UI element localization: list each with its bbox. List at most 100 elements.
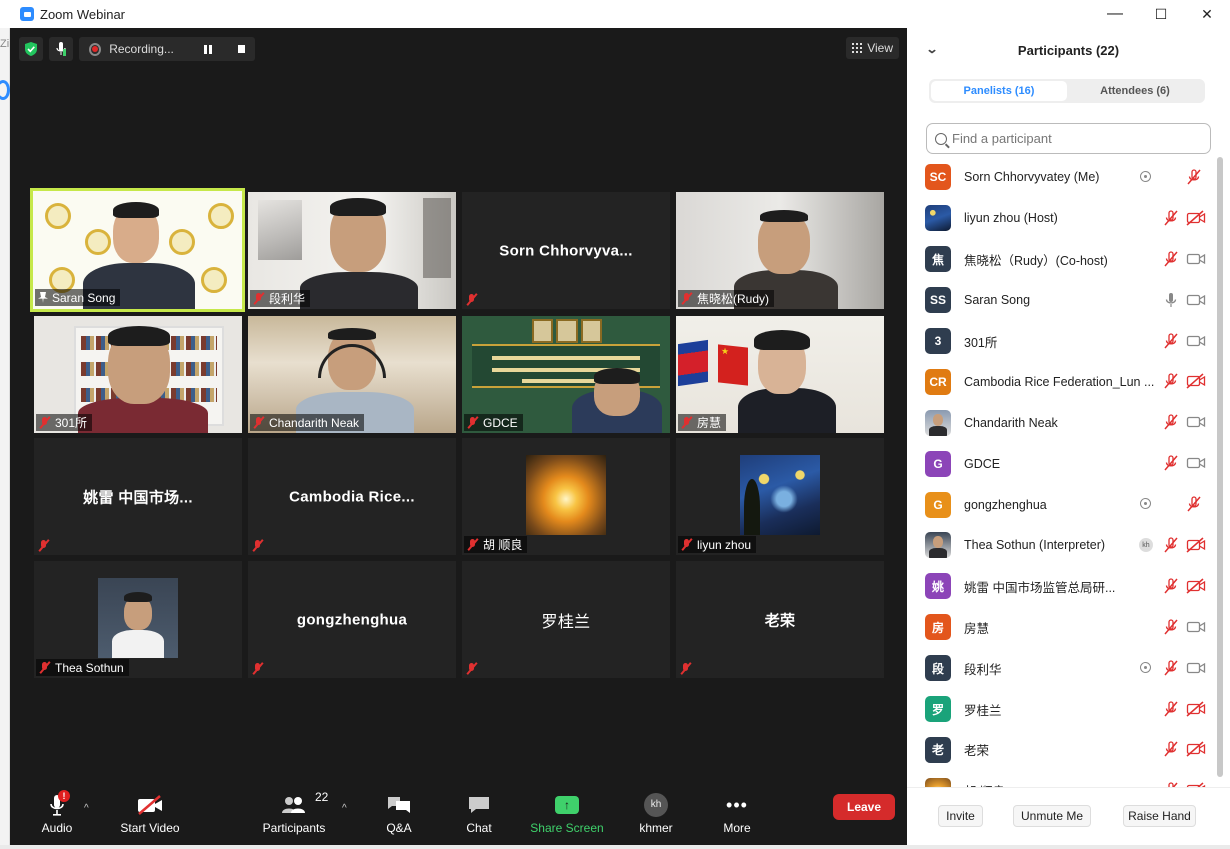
participant-row[interactable]: SS Saran Song <box>907 280 1216 321</box>
camera-off-icon[interactable] <box>1186 701 1206 717</box>
mic-muted-icon[interactable] <box>1163 332 1179 349</box>
unmute-me-button[interactable]: Unmute Me <box>1013 805 1091 827</box>
video-tile-luo-guilan[interactable]: 罗桂兰 <box>462 561 670 678</box>
video-tile-jiao-xiaosong[interactable]: 焦晓松(Rudy) <box>676 192 884 309</box>
participant-display-name: Sorn Chhorvyva... <box>499 242 633 259</box>
camera-off-icon[interactable] <box>1186 373 1206 390</box>
audio-button[interactable]: ! Audio <box>38 781 76 845</box>
view-button[interactable]: View <box>846 37 899 59</box>
avatar-initials: 段 <box>931 661 944 676</box>
participant-name: 姚雷 中国市场监管总局研... <box>964 580 1116 595</box>
participant-name-tag: Thea Sothun <box>36 659 129 676</box>
pause-recording-button[interactable] <box>203 44 212 54</box>
participants-button[interactable]: 22 Participants <box>260 781 329 845</box>
video-tile-sorn-chhorvyvatey[interactable]: Sorn Chhorvyva... <box>462 192 670 309</box>
camera-on-icon[interactable] <box>1186 455 1206 471</box>
invite-button[interactable]: Invite <box>938 805 983 827</box>
more-button[interactable]: ••• More <box>718 781 756 845</box>
interpretation-khmer-button[interactable]: kh khmer <box>636 781 676 845</box>
mic-muted-icon[interactable] <box>1163 619 1179 635</box>
mic-muted-icon[interactable] <box>1163 373 1179 389</box>
camera-off-icon[interactable] <box>1186 537 1206 553</box>
raise-hand-button[interactable]: Raise Hand <box>1123 805 1196 827</box>
video-tile-duan-lihua[interactable]: 段利华 <box>248 192 456 309</box>
window-title: Zoom Webinar <box>40 6 126 22</box>
participant-row[interactable]: 老 老荣 <box>907 729 1216 770</box>
video-tile-hu-shunliang[interactable]: 胡 顺良 <box>462 438 670 555</box>
security-shield-icon[interactable] <box>19 37 43 61</box>
participant-row[interactable]: SC Sorn Chhorvyvatey (Me) <box>907 157 1216 198</box>
video-tile-fang-hui[interactable]: 房慧 <box>676 316 884 433</box>
participant-row[interactable]: 姚 姚雷 中国市场监管总局研... <box>907 566 1216 607</box>
camera-off-icon[interactable] <box>1186 578 1206 594</box>
avatar-initials: 姚 <box>931 579 944 594</box>
collapse-chevron-icon[interactable]: ⌄ <box>925 42 938 56</box>
camera-on-icon[interactable] <box>1186 333 1206 349</box>
mic-muted-icon[interactable] <box>1163 537 1179 553</box>
camera-on-icon[interactable] <box>1186 292 1206 308</box>
participant-row[interactable]: 房 房慧 <box>907 607 1216 648</box>
camera-on-icon[interactable] <box>1186 251 1206 267</box>
muted-mic-icon <box>253 416 265 429</box>
participant-name: 老荣 <box>964 744 990 759</box>
mic-muted-icon[interactable] <box>1186 496 1202 512</box>
participant-name-tag: Saran Song <box>35 289 121 306</box>
video-tile-chandarith-neak[interactable]: Chandarith Neak <box>248 316 456 433</box>
participant-row[interactable]: Ggongzhenghua <box>907 484 1216 525</box>
leave-button[interactable]: Leave <box>833 794 895 820</box>
qa-button[interactable]: Q&A <box>380 781 418 845</box>
mic-muted-icon[interactable] <box>1163 700 1179 717</box>
participant-row[interactable]: liyun zhou (Host) <box>907 198 1216 239</box>
video-tile-301[interactable]: 301所 <box>34 316 242 433</box>
participant-row[interactable]: CR Cambodia Rice Federation_Lun ... <box>907 361 1216 402</box>
mic-status-icon[interactable] <box>49 37 73 61</box>
mic-muted-icon[interactable] <box>1163 455 1179 471</box>
close-button[interactable]: ✕ <box>1184 0 1230 28</box>
participant-row[interactable]: 3 301所 <box>907 321 1216 362</box>
camera-off-icon[interactable] <box>1186 741 1206 758</box>
video-tile-gongzhenghua[interactable]: gongzhenghua <box>248 561 456 678</box>
mic-muted-icon[interactable] <box>1163 414 1179 430</box>
share-screen-label: Share Screen <box>530 820 604 835</box>
camera-on-icon[interactable] <box>1186 660 1206 676</box>
camera-on-icon[interactable] <box>1186 619 1206 635</box>
participants-options-caret[interactable]: ^ <box>342 803 347 814</box>
maximize-button[interactable]: ☐ <box>1138 0 1184 28</box>
mic-on-icon[interactable] <box>1163 292 1179 308</box>
mic-muted-icon[interactable] <box>1163 578 1179 594</box>
participant-name: 焦晓松(Rudy) <box>697 292 770 306</box>
mic-muted-icon[interactable] <box>1163 741 1179 757</box>
minimize-button[interactable]: — <box>1092 0 1138 28</box>
start-video-button[interactable]: Start Video <box>116 781 184 845</box>
participant-list-scrollbar[interactable] <box>1216 157 1224 777</box>
participant-name: Saran Song <box>52 290 116 305</box>
video-tile-yao-lei[interactable]: 姚雷 中国市场... <box>34 438 242 555</box>
video-tile-liyun-zhou[interactable]: liyun zhou <box>676 438 884 555</box>
video-tile-saran-song[interactable]: Saran Song <box>30 188 245 312</box>
share-screen-button[interactable]: ↑ Share Screen <box>528 781 606 845</box>
participant-name: 焦晓松（Rudy）(Co-host) <box>964 253 1108 268</box>
participant-row[interactable]: Chandarith Neak <box>907 402 1216 443</box>
mic-muted-icon[interactable] <box>1163 251 1179 267</box>
tab-panelists[interactable]: Panelists (16) <box>931 81 1067 101</box>
participant-row[interactable]: 罗 罗桂兰 <box>907 689 1216 730</box>
mic-muted-icon[interactable] <box>1163 660 1179 676</box>
participant-row[interactable]: Thea Sothun (Interpreter) kh <box>907 525 1216 566</box>
stop-recording-button[interactable] <box>237 45 245 53</box>
camera-on-icon[interactable] <box>1186 414 1206 430</box>
participant-row[interactable]: 段 段利华 <box>907 648 1216 689</box>
tab-attendees[interactable]: Attendees (6) <box>1067 81 1203 101</box>
participant-row[interactable]: 焦 焦晓松（Rudy）(Co-host) <box>907 239 1216 280</box>
search-input[interactable] <box>952 131 1192 146</box>
audio-options-caret[interactable]: ^ <box>84 803 89 814</box>
video-tile-gdce[interactable]: GDCE <box>462 316 670 433</box>
video-tile-cambodia-rice[interactable]: Cambodia Rice... <box>248 438 456 555</box>
camera-off-icon[interactable] <box>1186 210 1206 226</box>
video-tile-thea-sothun[interactable]: Thea Sothun <box>34 561 242 678</box>
chat-button[interactable]: Chat <box>460 781 498 845</box>
participant-search[interactable] <box>926 123 1211 154</box>
participant-row[interactable]: G GDCE <box>907 443 1216 484</box>
video-tile-lao-rong[interactable]: 老荣 <box>676 561 884 678</box>
mic-muted-icon[interactable] <box>1186 169 1202 185</box>
mic-muted-icon[interactable] <box>1163 210 1179 226</box>
